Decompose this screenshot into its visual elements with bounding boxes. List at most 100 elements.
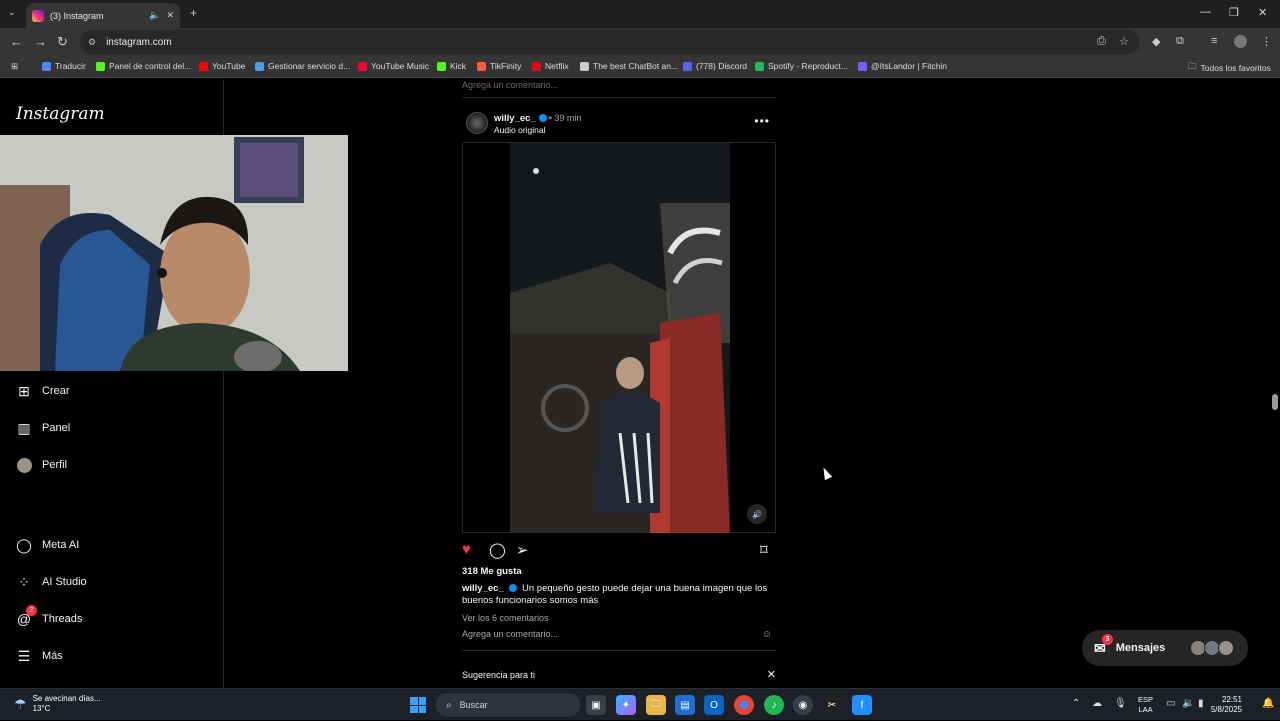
discord-icon: [683, 61, 692, 71]
post-audio[interactable]: Audio original: [494, 125, 546, 135]
bookmark-3[interactable]: Gestionar servicio d...: [255, 61, 350, 71]
messages-button[interactable]: ✉ 3 Mensajes: [1082, 630, 1248, 666]
bookmark-7[interactable]: Netflix: [532, 61, 569, 71]
lang-code: ESP: [1138, 695, 1154, 704]
bookmark-9[interactable]: (778) Discord: [683, 61, 747, 71]
install-app-icon[interactable]: ⎙: [1097, 35, 1106, 48]
kebab-menu-icon[interactable]: ⋮: [1261, 35, 1272, 48]
capcut-icon[interactable]: ✂: [822, 695, 842, 715]
save-bookmark-icon[interactable]: ⌑: [760, 541, 768, 559]
like-heart-icon[interactable]: ♥: [462, 541, 471, 558]
tab-list-icon[interactable]: ⌄: [8, 7, 16, 18]
media-control-icon[interactable]: ≡: [1211, 35, 1217, 47]
restore-icon[interactable]: ❐: [1229, 6, 1239, 19]
post-avatar[interactable]: [466, 112, 488, 134]
profile-avatar-icon[interactable]: [1234, 35, 1247, 48]
post-time: • 39 min: [548, 113, 582, 123]
nav-mas[interactable]: ☰ Más: [16, 648, 63, 664]
bookmark-star-icon[interactable]: ☆: [1119, 35, 1129, 48]
address-bar[interactable]: ⚙ instagram.com: [80, 30, 1140, 54]
spotify-icon[interactable]: ♪: [764, 695, 784, 715]
more-options-icon[interactable]: •••: [754, 114, 770, 128]
close-icon[interactable]: ✕: [767, 668, 776, 681]
obs-icon[interactable]: ◉: [793, 695, 813, 715]
threads-badge: 2: [26, 605, 37, 616]
minimize-icon[interactable]: —: [1200, 6, 1211, 18]
post-media[interactable]: 🔊: [462, 142, 776, 533]
caption-username[interactable]: willy_ec_: [462, 583, 504, 594]
outlook-icon[interactable]: O: [704, 695, 724, 715]
weather-temp: 13°C: [32, 704, 51, 713]
nav-ai-studio[interactable]: ⁘ AI Studio: [16, 574, 87, 590]
sound-toggle-icon[interactable]: 🔊: [747, 504, 767, 524]
copilot-icon[interactable]: ✦: [616, 695, 636, 715]
bookmark-10[interactable]: Spotify - Reproduct...: [755, 61, 848, 71]
bookmark-0[interactable]: Traducir: [42, 61, 86, 71]
youtube-icon: [199, 61, 208, 71]
clock[interactable]: 22:51 5/8/2025: [1202, 695, 1242, 715]
add-comment-input[interactable]: Agrega un comentario... ☺: [462, 629, 776, 651]
emoji-icon[interactable]: ☺: [762, 629, 772, 640]
display-icon[interactable]: ▭: [1166, 698, 1175, 709]
extensions-icon[interactable]: ⧉: [1176, 35, 1184, 48]
apps-grid-icon[interactable]: ⊞: [11, 61, 18, 72]
comment-icon[interactable]: ◯: [489, 541, 506, 559]
share-icon[interactable]: ➢: [516, 541, 529, 559]
all-favorites[interactable]: 🗀 Todos los favoritos: [1188, 61, 1271, 75]
page-scrollbar[interactable]: [1270, 80, 1280, 688]
weather-text: Se avecinan días...: [32, 694, 101, 703]
meta-ai-icon: ◯: [16, 536, 32, 553]
chrome-icon[interactable]: [734, 695, 754, 715]
language-indicator[interactable]: ESP LAA: [1138, 695, 1153, 715]
task-view-icon[interactable]: ▣: [586, 695, 606, 715]
previous-post-comment[interactable]: Agrega un comentario...: [462, 80, 776, 98]
nav-panel[interactable]: ▥ Panel: [16, 420, 70, 436]
nav-perfil[interactable]: Perfil: [16, 457, 67, 473]
volume-icon[interactable]: 🔉: [1182, 698, 1194, 709]
weather-widget[interactable]: ☂ Se avecinan días... 13°C: [14, 694, 101, 714]
taskbar-search[interactable]: ⌕ Buscar: [436, 693, 580, 717]
onedrive-icon[interactable]: ☁: [1092, 698, 1102, 709]
app-f-icon[interactable]: f: [852, 695, 872, 715]
forward-icon[interactable]: →: [34, 34, 47, 49]
site-info-icon[interactable]: ⚙: [88, 37, 96, 48]
file-explorer-icon[interactable]: 🗀: [646, 695, 666, 715]
view-comments-link[interactable]: Ver los 6 comentarios: [462, 613, 549, 623]
close-window-icon[interactable]: ✕: [1258, 6, 1267, 19]
suggestion-section: Sugerencia para ti ✕: [462, 668, 776, 681]
tab-instagram[interactable]: (3) Instagram 🔈 ✕: [26, 3, 180, 28]
video-frame: [510, 143, 730, 533]
nav-meta-ai[interactable]: ◯ Meta AI: [16, 537, 79, 553]
scrollbar-thumb[interactable]: [1272, 394, 1278, 410]
browser-tab-bar: ⌄ (3) Instagram 🔈 ✕ + — ❐ ✕: [0, 0, 1280, 28]
speaker-icon[interactable]: 🔈: [149, 10, 160, 21]
browser-toolbar: ← → ↻ ⚙ instagram.com ⎙ ☆ ◆ ⧉ ≡ ⋮: [0, 28, 1280, 56]
nav-crear[interactable]: ⊞ Crear: [16, 383, 69, 399]
bookmark-8[interactable]: The best ChatBot an...: [580, 61, 678, 71]
bookmark-2[interactable]: YouTube: [199, 61, 245, 71]
bookmark-5[interactable]: Kick: [437, 61, 466, 71]
reload-icon[interactable]: ↻: [57, 34, 68, 50]
instagram-logo[interactable]: Instagram: [16, 104, 105, 124]
nav-threads[interactable]: @2 Threads: [16, 605, 82, 627]
webcam-scene: [0, 135, 348, 371]
close-tab-icon[interactable]: ✕: [166, 10, 174, 21]
like-count[interactable]: 318 Me gusta: [462, 566, 522, 577]
post-username[interactable]: willy_ec_ • 39 min: [494, 113, 581, 124]
gemini-icon[interactable]: ◆: [1152, 35, 1160, 48]
url-text: instagram.com: [106, 36, 172, 48]
show-hidden-icons[interactable]: ⌃: [1072, 698, 1080, 709]
post-video[interactable]: [510, 143, 730, 533]
bookmark-6[interactable]: TikFinity: [477, 61, 521, 71]
suggestion-title: Sugerencia para ti: [462, 670, 536, 680]
bookmark-4[interactable]: YouTube Music: [358, 61, 429, 71]
new-tab-icon[interactable]: +: [190, 6, 197, 20]
bookmark-1[interactable]: Panel de control del...: [96, 61, 191, 71]
back-icon[interactable]: ←: [10, 34, 23, 49]
instagram-favicon-icon: [32, 9, 44, 22]
windows-start-icon[interactable]: [410, 697, 426, 713]
store-icon[interactable]: ▤: [675, 695, 695, 715]
notification-icon[interactable]: 🔔: [1262, 698, 1274, 709]
bookmark-11[interactable]: @ItsLandor | Fitchin: [858, 61, 947, 71]
microphone-icon[interactable]: 🎙: [1114, 698, 1127, 709]
